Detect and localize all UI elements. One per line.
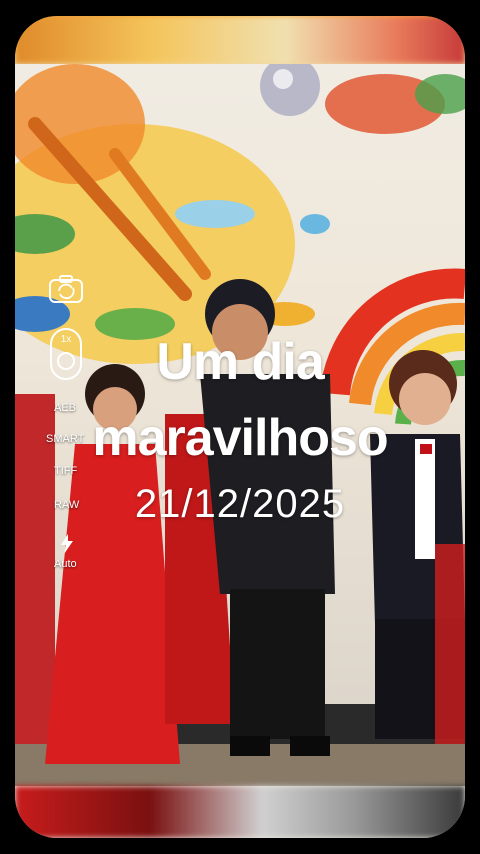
flash-label: Auto xyxy=(54,558,77,570)
aeb-toggle[interactable]: AEB xyxy=(54,402,76,414)
camera-switch-icon xyxy=(49,275,83,303)
zoom-control[interactable]: 1x xyxy=(50,328,82,380)
zoom-knob-icon xyxy=(57,352,75,370)
raw-toggle[interactable]: RAW xyxy=(54,499,79,511)
zoom-label: 1x xyxy=(60,334,72,345)
tiff-toggle[interactable]: TIFF xyxy=(54,465,77,477)
flash-icon xyxy=(61,534,73,554)
camera-switch-button[interactable] xyxy=(48,274,84,304)
top-blur-strip xyxy=(15,16,465,64)
bottom-blur-strip xyxy=(15,786,465,838)
flash-button[interactable]: Auto xyxy=(50,534,84,572)
smart-toggle[interactable]: SMART xyxy=(46,433,84,445)
